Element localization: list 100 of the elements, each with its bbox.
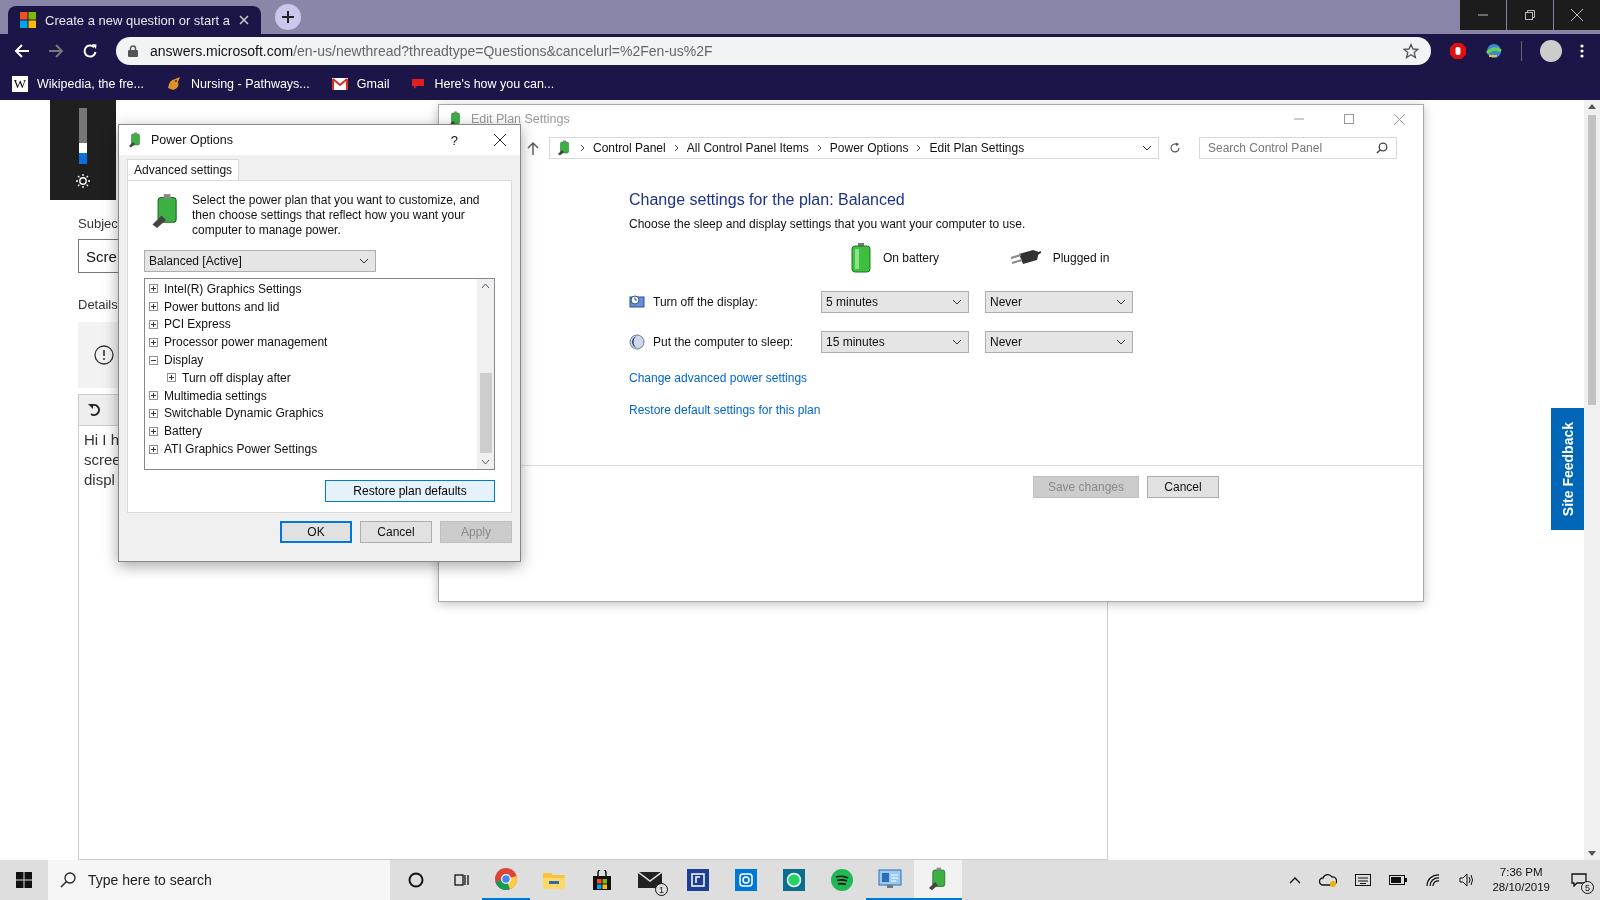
monitor-icon bbox=[878, 869, 902, 889]
bookmark[interactable]: W Wikipedia, the fre... bbox=[12, 76, 144, 92]
moon-icon bbox=[629, 334, 645, 350]
address-bar[interactable]: answers.microsoft.com/en-us/newthread?threadtype=Questions&cancelurl=%2Fen-us%2F bbox=[116, 37, 1431, 65]
plus-box-icon[interactable] bbox=[149, 444, 158, 454]
star-icon[interactable] bbox=[1403, 43, 1419, 59]
breadcrumb-link[interactable]: Power Options bbox=[829, 141, 909, 155]
minus-box-icon[interactable] bbox=[149, 355, 158, 365]
tree-item[interactable]: Intel(R) Graphics Settings bbox=[149, 280, 302, 298]
battery-icon bbox=[851, 243, 871, 273]
brightness-icon bbox=[76, 174, 90, 188]
plus-box-icon[interactable] bbox=[149, 320, 158, 329]
bookmark[interactable]: Nursing - Pathways... bbox=[166, 76, 310, 92]
undo-icon[interactable] bbox=[87, 402, 103, 418]
breadcrumb-link[interactable]: Edit Plan Settings bbox=[929, 141, 1025, 155]
folder-icon bbox=[543, 871, 565, 889]
browser-tab[interactable]: Create a new question or start a bbox=[8, 6, 261, 34]
scrollbar-thumb[interactable] bbox=[1588, 115, 1596, 405]
breadcrumb-link[interactable]: All Control Panel Items bbox=[686, 141, 809, 155]
volume-icon[interactable] bbox=[1459, 873, 1476, 887]
dropdown[interactable]: 5 minutes bbox=[821, 291, 969, 313]
taskbar-search-field[interactable]: Type here to search bbox=[48, 860, 390, 900]
dialog-button[interactable]: Cancel bbox=[1147, 476, 1219, 498]
tab[interactable]: Advanced settings bbox=[127, 159, 240, 180]
dropdown[interactable]: Never bbox=[985, 291, 1133, 313]
close-icon[interactable] bbox=[494, 134, 506, 146]
triangle-down-icon[interactable] bbox=[1588, 851, 1596, 856]
dropdown[interactable]: 15 minutes bbox=[821, 331, 969, 353]
notifications-button[interactable]: 5 bbox=[1558, 860, 1600, 900]
restore-defaults-button[interactable]: Restore plan defaults bbox=[325, 480, 495, 502]
plus-box-icon[interactable] bbox=[149, 302, 158, 312]
up-arrow-icon[interactable] bbox=[527, 141, 539, 155]
restore-button[interactable] bbox=[1507, 0, 1553, 30]
plus-box-icon[interactable] bbox=[149, 408, 158, 418]
letter-icon: W bbox=[12, 76, 28, 92]
restore-icon bbox=[1525, 10, 1535, 20]
plus-box-icon[interactable] bbox=[149, 426, 158, 436]
slider-thumb[interactable] bbox=[79, 142, 87, 153]
keyboard-icon[interactable] bbox=[1355, 874, 1372, 886]
search-field[interactable]: Search Control Panel bbox=[1199, 137, 1397, 159]
tree-item[interactable]: Power buttons and lid bbox=[149, 297, 280, 316]
link[interactable]: Restore default settings for this plan bbox=[629, 403, 821, 417]
chevron-down-icon bbox=[952, 339, 962, 345]
plus-box-icon[interactable] bbox=[149, 337, 158, 347]
plan-dropdown[interactable]: Balanced [Active] bbox=[144, 250, 376, 272]
tree-item[interactable]: Switchable Dynamic Graphics bbox=[149, 404, 324, 423]
plus-box-icon[interactable] bbox=[167, 373, 176, 383]
clock[interactable]: 7:36 PM 28/10/2019 bbox=[1492, 865, 1550, 895]
lock-icon bbox=[128, 45, 138, 57]
tree-item[interactable]: Processor power management bbox=[149, 333, 328, 352]
breadcrumb-link[interactable]: Control Panel bbox=[593, 141, 666, 155]
refresh-icon[interactable] bbox=[1169, 142, 1181, 154]
chevron-right-icon bbox=[816, 144, 822, 152]
tree-item[interactable]: ATI Graphics Power Settings bbox=[149, 440, 318, 458]
help-button[interactable]: ? bbox=[450, 132, 458, 148]
link[interactable]: Change advanced power settings bbox=[629, 371, 808, 385]
reload-icon[interactable] bbox=[82, 43, 98, 59]
battery-icon[interactable] bbox=[1389, 875, 1408, 885]
forward-icon[interactable] bbox=[48, 43, 64, 59]
scrollbar[interactable] bbox=[1584, 100, 1600, 860]
start-button[interactable] bbox=[16, 872, 32, 888]
bookmark[interactable]: Gmail bbox=[331, 77, 390, 91]
address-bar[interactable]: Control Panel All Control Panel Items Power Options Edit Plan Settings bbox=[549, 137, 1159, 159]
tree-item[interactable]: Turn off display after bbox=[167, 369, 291, 387]
avatar[interactable] bbox=[1540, 40, 1562, 62]
stop-hand-icon[interactable] bbox=[1449, 42, 1467, 60]
setting-label: Turn off the display: bbox=[653, 295, 758, 309]
dialog-button[interactable]: OK bbox=[280, 521, 352, 543]
new-tab-button[interactable] bbox=[275, 4, 301, 30]
tree-item[interactable]: Display bbox=[149, 351, 204, 369]
monitor-clock-icon bbox=[629, 294, 645, 310]
wifi-icon[interactable] bbox=[1425, 873, 1442, 887]
circle-icon[interactable] bbox=[408, 872, 424, 888]
setting-label: Put the computer to sleep: bbox=[653, 335, 794, 349]
cloud-icon[interactable] bbox=[1319, 873, 1338, 887]
chevron-up-icon[interactable] bbox=[1289, 876, 1302, 884]
menu-icon[interactable] bbox=[1580, 44, 1584, 58]
maximize-icon[interactable] bbox=[1344, 114, 1354, 124]
scrollbar-thumb[interactable] bbox=[479, 373, 492, 453]
dialog-button[interactable]: Cancel bbox=[360, 521, 432, 543]
column-label: Plugged in bbox=[1052, 251, 1110, 265]
globe-icon[interactable] bbox=[1485, 42, 1503, 60]
tree-item[interactable]: Multimedia settings bbox=[149, 386, 267, 405]
chevron-down-icon[interactable] bbox=[481, 459, 490, 465]
search-icon bbox=[60, 872, 76, 888]
site-feedback-tab[interactable]: Site Feedback bbox=[1551, 408, 1584, 530]
bookmark[interactable]: Here's how you can... bbox=[411, 77, 555, 91]
triangle-up-icon[interactable] bbox=[1588, 104, 1596, 109]
plus-box-icon[interactable] bbox=[149, 284, 158, 294]
scrollbar[interactable] bbox=[477, 279, 494, 469]
task-view-icon[interactable] bbox=[454, 872, 470, 888]
back-icon[interactable] bbox=[14, 43, 30, 59]
plus-box-icon[interactable] bbox=[149, 391, 158, 401]
taskbar-app[interactable]: 1 bbox=[626, 860, 674, 900]
battery-plug-icon bbox=[556, 140, 572, 156]
details-label: Details bbox=[78, 297, 118, 312]
brightness-slider[interactable] bbox=[79, 108, 87, 164]
tree-item[interactable]: PCI Express bbox=[149, 315, 231, 334]
chevron-right-icon bbox=[673, 144, 679, 152]
dropdown[interactable]: Never bbox=[985, 331, 1133, 353]
